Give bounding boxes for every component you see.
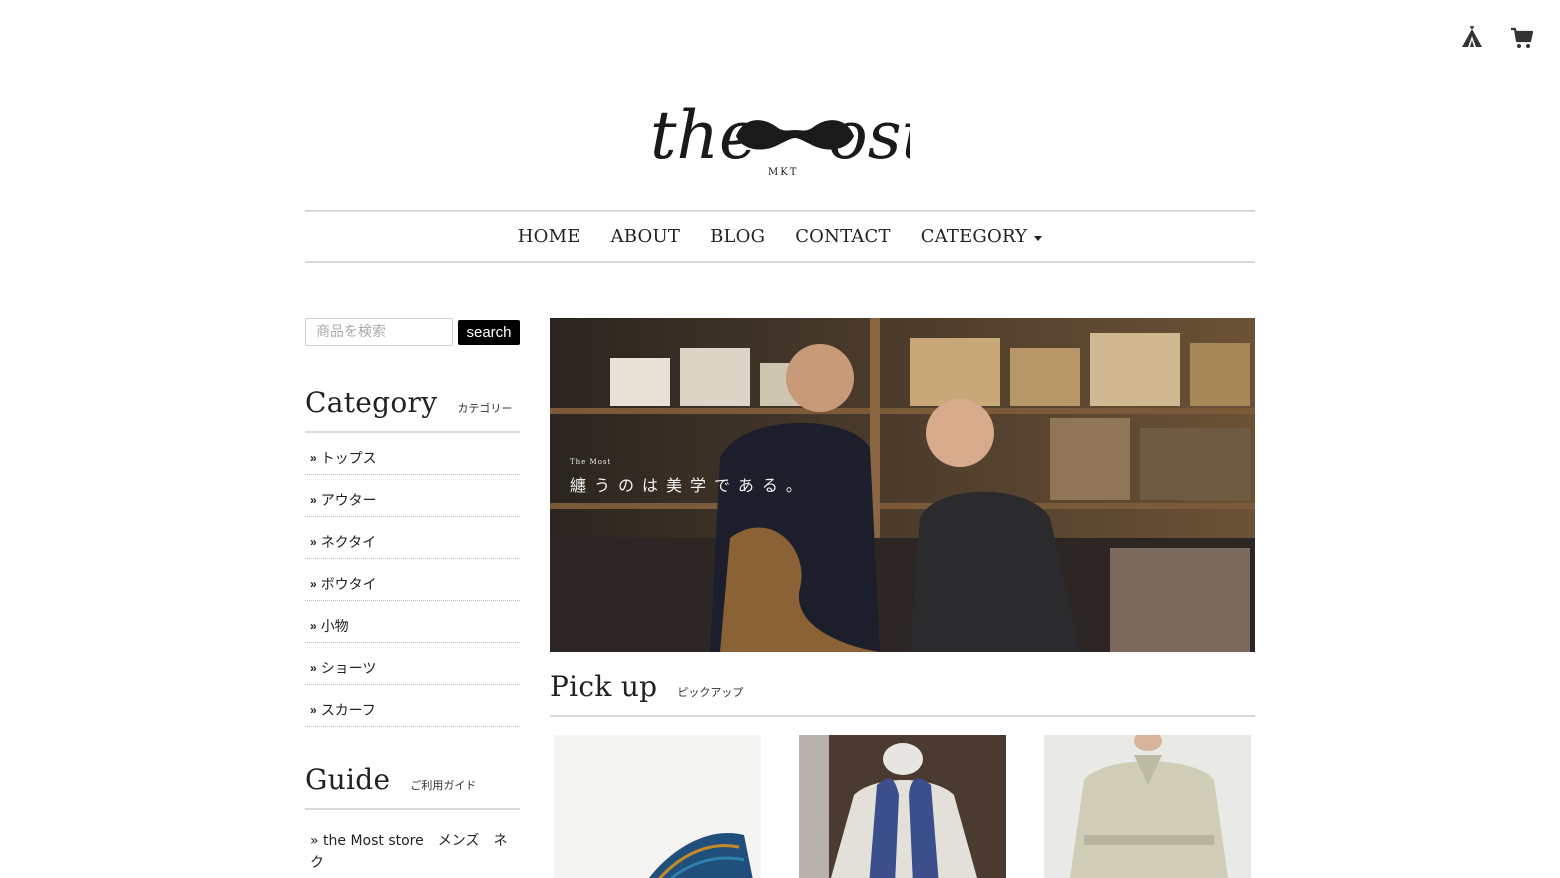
raquo-icon: » [310,618,317,633]
caret-down-icon [1034,235,1043,241]
nav-home[interactable]: HOME [518,226,581,247]
raquo-icon: » [310,492,317,507]
product-image-scarf [799,735,1006,878]
product-card-scarf[interactable] [799,735,1006,878]
category-item-label: トップス [320,450,377,467]
category-item-label: アウター [320,492,377,509]
svg-text:MKT: MKT [768,167,798,178]
raquo-icon: » [310,660,317,675]
nav-contact[interactable]: CONTACT [795,226,890,247]
product-image-necktie [554,735,761,878]
svg-text:ost: ost [828,97,910,174]
pickup-subtitle: ピックアップ [677,686,744,699]
category-title: Category [305,386,438,419]
product-image-coat [1044,735,1251,878]
category-item-label: ボウタイ [320,576,377,593]
search-button[interactable]: search [458,319,520,345]
category-item-bowtie[interactable]: » ボウタイ [305,559,520,601]
main-nav: HOME ABOUT BLOG CONTACT CATEGORY [305,210,1255,263]
product-card-necktie[interactable] [554,735,761,878]
guide-heading: Guide ご利用ガイド [305,763,520,810]
hero-banner[interactable]: The Most 纏うのは美学である。 [550,318,1255,652]
guide-subtitle: ご利用ガイド [410,779,477,792]
pickup-heading: Pick up ピックアップ [550,670,1255,717]
category-heading: Category カテゴリー [305,386,520,433]
product-card-coat[interactable] [1044,735,1251,878]
pickup-products [550,735,1255,878]
guide-link[interactable]: » the Most store メンズ ネク [305,830,520,874]
brand-logo-image: the ost MKT [650,97,910,178]
guide-title: Guide [305,763,391,796]
hero-brand-text: The Most [570,458,612,466]
brand-logo[interactable]: the ost MKT [0,70,1560,185]
raquo-icon: » [310,534,317,549]
category-item-necktie[interactable]: » ネクタイ [305,517,520,559]
header-icons [1460,25,1534,50]
cart-icon[interactable] [1510,26,1534,50]
category-item-shorts[interactable]: » ショーツ [305,643,520,685]
main-content: The Most 纏うのは美学である。 Pick up ピックアップ [550,318,1255,878]
raquo-icon: » [310,450,317,465]
raquo-icon: » [310,576,317,591]
pickup-title: Pick up [550,670,658,703]
hero-tagline: 纏うのは美学である。 [570,476,810,495]
category-item-accessories[interactable]: » 小物 [305,601,520,643]
nav-blog[interactable]: BLOG [710,226,765,247]
nav-category[interactable]: CATEGORY [921,226,1043,247]
category-list: » トップス » アウター » ネクタイ » ボウタイ » 小物 » ショーツ » スカーフ [305,433,520,727]
nav-category-label: CATEGORY [920,226,1028,247]
search-form: search [305,318,520,346]
category-item-label: ショーツ [320,660,377,677]
search-input[interactable] [305,318,453,346]
category-item-outer[interactable]: » アウター [305,475,520,517]
category-item-tops[interactable]: » トップス [305,433,520,475]
raquo-icon: » [310,702,317,717]
category-item-label: ネクタイ [320,534,377,551]
sidebar: search Category カテゴリー »トップス »アウター »ネクタイ … [305,318,520,874]
category-item-label: 小物 [320,618,349,635]
category-item-scarf[interactable]: » スカーフ [305,685,520,727]
category-item-label: スカーフ [320,702,376,719]
category-subtitle: カテゴリー [457,402,513,415]
nav-about[interactable]: ABOUT [611,226,681,247]
tent-icon[interactable] [1460,25,1484,50]
